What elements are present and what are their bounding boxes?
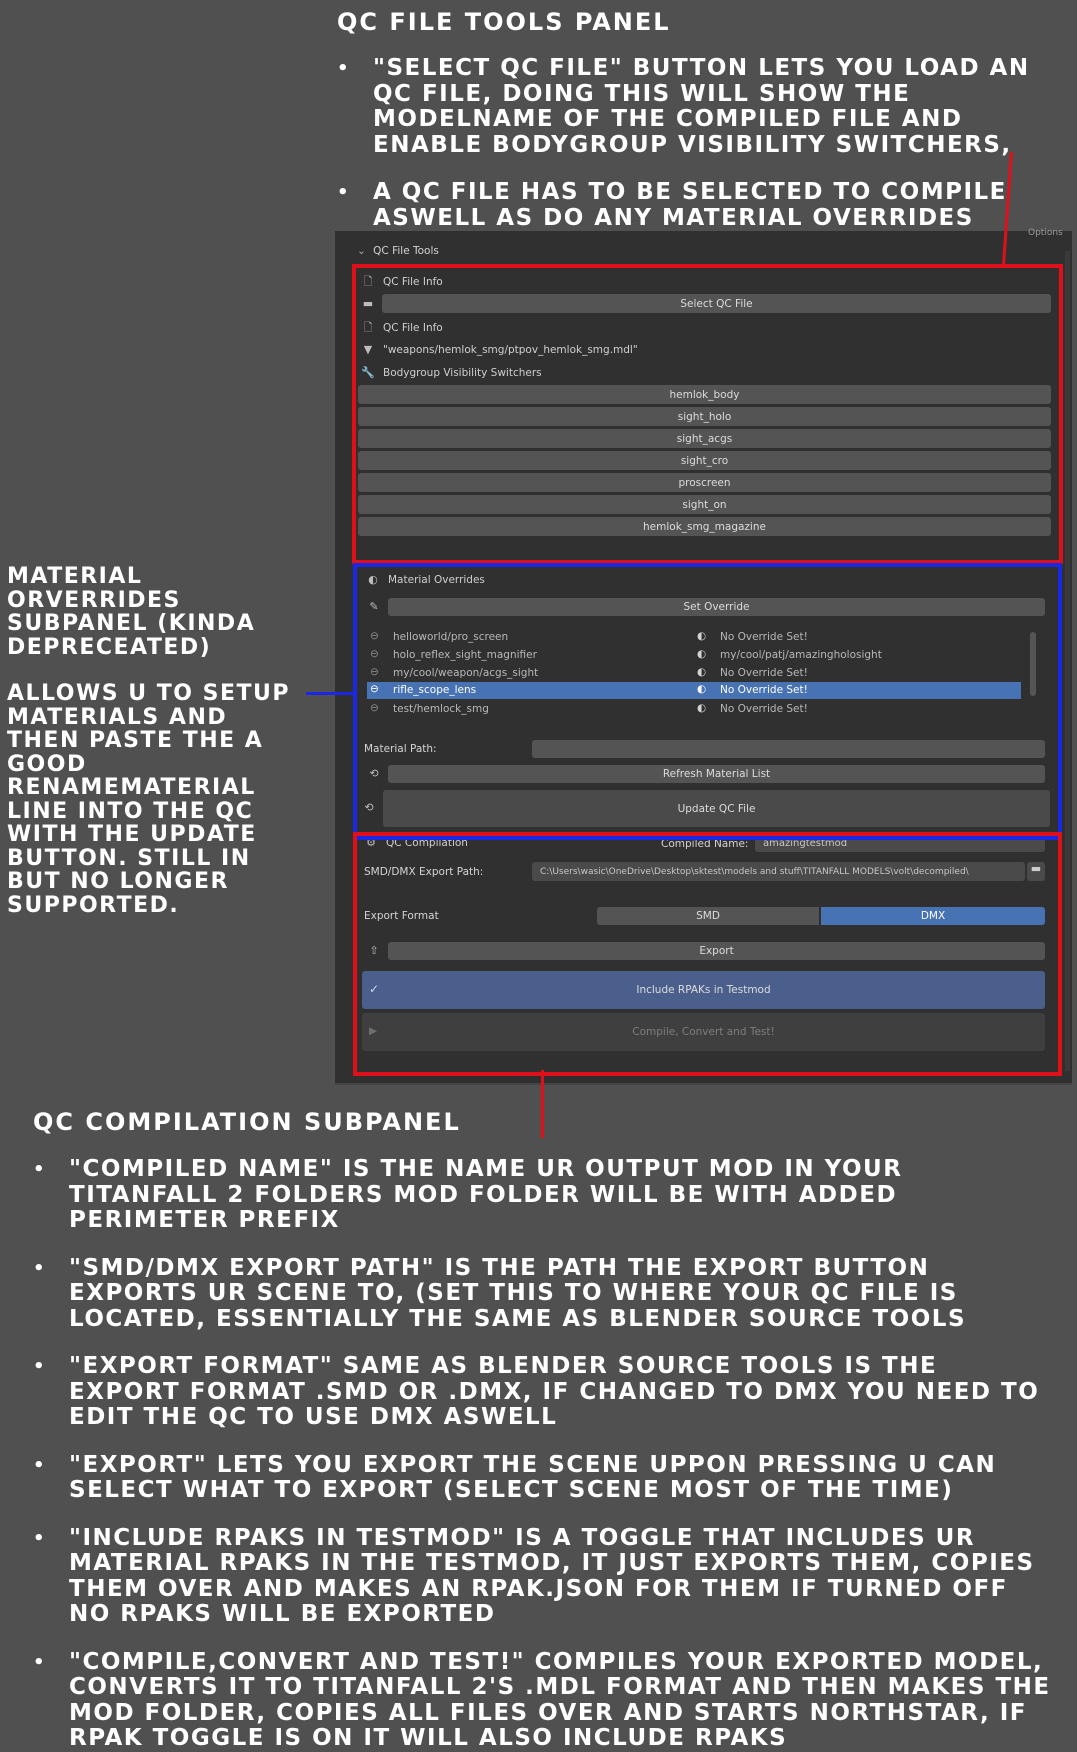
qc-compilation-highlight <box>353 832 1062 1076</box>
bottom-bullet-3: "EXPORT FORMAT" SAME AS BLENDER SOURCE T… <box>33 1353 1053 1431</box>
bottom-bullet-1: "COMPILED NAME" IS THE NAME UR OUTPUT MO… <box>33 1156 1053 1234</box>
top-bullet-1: "SELECT QC FILE" BUTTON LETS YOU LOAD AN… <box>337 55 1057 158</box>
bottom-heading: QC COMPILATION SUBPANEL <box>33 1108 461 1136</box>
panel-header[interactable]: ⌄ QC File Tools <box>357 245 439 257</box>
left-note-title: MATERIAL ORVERRIDES SUBPANEL (KINDA DEPR… <box>7 564 256 660</box>
qc-file-tools-highlight <box>352 264 1063 564</box>
chevron-down-icon: ⌄ <box>357 245 366 257</box>
top-annotation: QC FILE TOOLS PANEL "SELECT QC FILE" BUT… <box>337 8 1057 231</box>
left-annotation: MATERIAL ORVERRIDES SUBPANEL (KINDA DEPR… <box>7 565 307 917</box>
left-note-body: ALLOWS U TO SETUP MATERIALS AND THEN PAS… <box>7 681 291 918</box>
scrollbar[interactable] <box>1065 251 1070 1071</box>
bottom-bullet-5: "INCLUDE RPAKS IN TESTMOD" IS A TOGGLE T… <box>33 1525 1053 1628</box>
top-heading: QC FILE TOOLS PANEL <box>337 8 671 36</box>
top-bullet-2: A QC FILE HAS TO BE SELECTED TO COMPILE … <box>337 179 1057 231</box>
material-overrides-highlight <box>353 563 1062 840</box>
options-label[interactable]: Options <box>1028 228 1063 238</box>
bottom-bullet-6: "COMPILE,CONVERT AND TEST!" COMPILES YOU… <box>33 1649 1053 1752</box>
panel-bottom-edge <box>335 1083 1072 1085</box>
bottom-annotation: QC COMPILATION SUBPANEL "COMPILED NAME" … <box>33 1108 1053 1752</box>
bottom-bullet-2: "SMD/DMX EXPORT PATH" IS THE PATH THE EX… <box>33 1255 1053 1333</box>
left-connector <box>306 692 354 695</box>
panel-title: QC File Tools <box>373 245 439 257</box>
bottom-bullet-4: "EXPORT" LETS YOU EXPORT THE SCENE UPPON… <box>33 1452 1053 1504</box>
